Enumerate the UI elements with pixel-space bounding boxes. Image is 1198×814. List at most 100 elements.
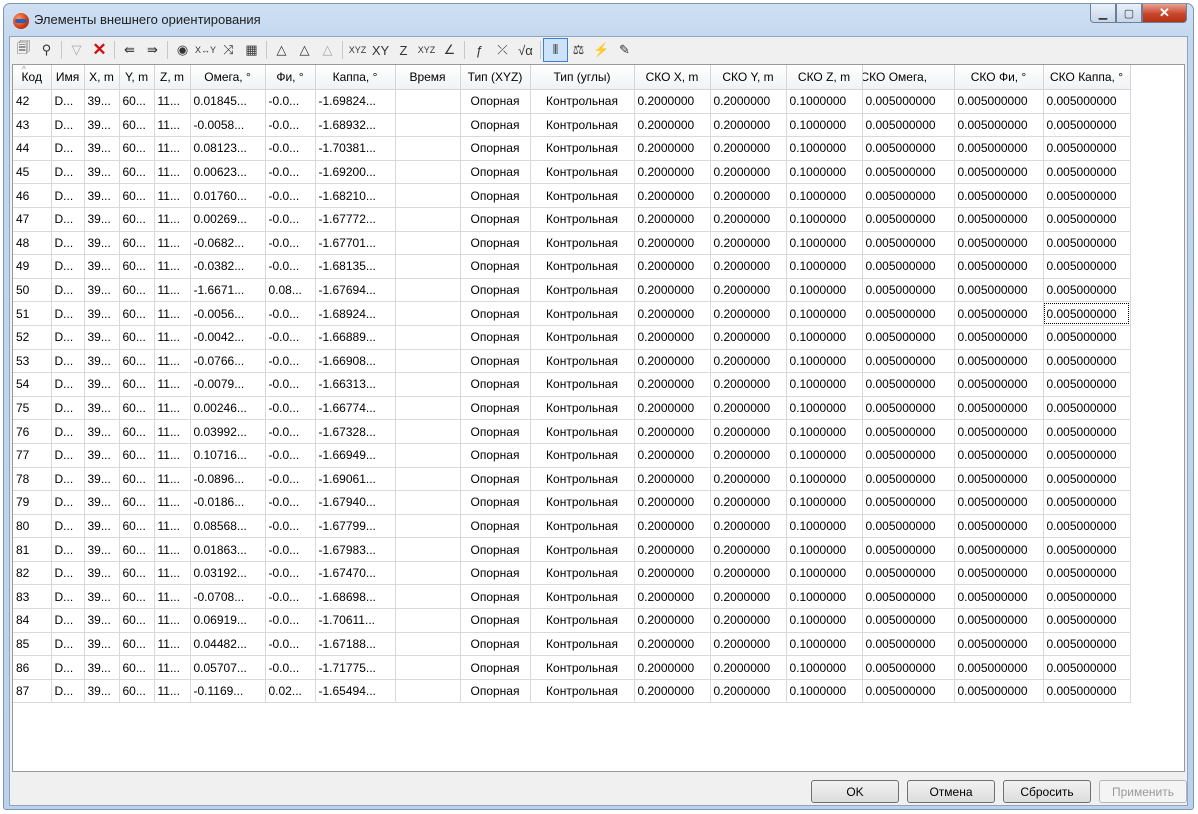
table-cell[interactable]: -0.0... — [265, 537, 316, 562]
table-cell[interactable]: 0.005000000 — [862, 372, 955, 397]
table-cell[interactable]: 0.005000000 — [862, 632, 955, 657]
table-cell[interactable]: 0.1000000 — [786, 396, 863, 421]
table-cell[interactable]: -0.0056... — [190, 301, 266, 326]
table-cell[interactable]: 0.2000000 — [710, 89, 787, 114]
table-cell[interactable]: 0.2000000 — [634, 183, 711, 208]
table-cell[interactable] — [395, 561, 461, 586]
table-cell[interactable]: 60... — [119, 113, 155, 138]
table-cell[interactable]: -0.0... — [265, 231, 316, 256]
table-cell[interactable]: Опорная — [460, 231, 531, 256]
table-cell[interactable]: -1.69824... — [315, 89, 396, 114]
table-cell[interactable]: -1.69200... — [315, 160, 396, 185]
table-cell[interactable]: 11... — [154, 278, 191, 303]
table-row[interactable]: 77 D... 39... 60... 11... 0.10716... -0.0... -1… — [13, 443, 1131, 468]
table-cell[interactable]: 0.005000000 — [1043, 113, 1131, 138]
table-cell[interactable]: 45 — [13, 160, 52, 185]
table-cell[interactable]: -1.66774... — [315, 396, 396, 421]
table-cell[interactable]: -0.0... — [265, 372, 316, 397]
table-cell[interactable]: 0.005000000 — [1043, 89, 1131, 114]
table-cell[interactable]: 0.005000000 — [1043, 136, 1131, 161]
table-cell[interactable]: 82 — [13, 561, 52, 586]
column-header[interactable]: Имя — [51, 65, 85, 90]
table-cell[interactable]: D... — [51, 467, 85, 492]
table-cell[interactable]: Опорная — [460, 584, 531, 610]
table-cell[interactable] — [395, 443, 461, 468]
table-row[interactable]: 42 D... 39... 60... 11... 0.01845... -0.0... -1… — [13, 89, 1131, 114]
column-header[interactable]: Фи, ° — [265, 65, 316, 90]
table-cell[interactable]: 11... — [154, 632, 191, 657]
table-cell[interactable]: Опорная — [460, 561, 531, 586]
table-row[interactable]: 52 D... 39... 60... 11... -0.0042... -0.0... -1… — [13, 325, 1131, 350]
table-cell[interactable]: 0.005000000 — [1043, 608, 1131, 633]
table-row[interactable]: 86 D... 39... 60... 11... 0.05707... -0.0... -1… — [13, 655, 1131, 680]
table-cell[interactable]: 0.2000000 — [710, 372, 787, 397]
table-cell[interactable] — [395, 584, 461, 610]
table-cell[interactable]: 0.2000000 — [710, 679, 787, 704]
table-cell[interactable]: D... — [51, 584, 85, 610]
table-cell[interactable]: 0.2000000 — [634, 231, 711, 256]
table-cell[interactable]: 0.08123... — [190, 136, 266, 161]
table-cell[interactable]: Опорная — [460, 113, 531, 138]
table-cell[interactable]: 0.2000000 — [710, 514, 787, 539]
table-cell[interactable]: 39... — [84, 655, 120, 680]
table-row[interactable]: 83 D... 39... 60... 11... -0.0708... -0.0... -1… — [13, 584, 1131, 610]
table-cell[interactable]: 0.005000000 — [1043, 301, 1131, 326]
table-row[interactable]: 87 D... 39... 60... 11... -0.1169... 0.02... -1… — [13, 679, 1131, 704]
table-cell[interactable]: 0.005000000 — [1043, 372, 1131, 397]
table-cell[interactable]: Контрольная — [530, 655, 635, 680]
table-cell[interactable]: 76 — [13, 419, 52, 444]
table-cell[interactable]: 0.1000000 — [786, 113, 863, 138]
table-cell[interactable]: 0.2000000 — [634, 537, 711, 562]
table-row[interactable]: 49 D... 39... 60... 11... -0.0382... -0.0... -1… — [13, 254, 1131, 279]
table-cell[interactable] — [395, 325, 461, 350]
table-cell[interactable]: 39... — [84, 467, 120, 492]
table-cell[interactable]: 0.1000000 — [786, 490, 863, 515]
lightning-icon[interactable]: ⚡ — [590, 39, 613, 61]
column-header[interactable]: СКО Фи, ° — [954, 65, 1044, 90]
xyz-table-icon[interactable]: XYZ — [415, 39, 438, 61]
column-header[interactable]: Каппа, ° — [315, 65, 396, 90]
table-cell[interactable]: 0.2000000 — [710, 584, 787, 610]
table-cell[interactable] — [395, 679, 461, 704]
table-cell[interactable]: 39... — [84, 349, 120, 374]
table-cell[interactable]: D... — [51, 537, 85, 562]
table-cell[interactable]: 0.1000000 — [786, 679, 863, 704]
table-cell[interactable]: Контрольная — [530, 679, 635, 704]
table-cell[interactable]: 83 — [13, 584, 52, 610]
table-cell[interactable]: 0.1000000 — [786, 301, 863, 326]
table-cell[interactable]: D... — [51, 655, 85, 680]
table-cell[interactable]: 60... — [119, 584, 155, 610]
table-cell[interactable]: Опорная — [460, 396, 531, 421]
table-cell[interactable]: 0.005000000 — [954, 160, 1044, 185]
table-cell[interactable]: -0.0... — [265, 160, 316, 185]
table-cell[interactable]: D... — [51, 113, 85, 138]
table-cell[interactable]: D... — [51, 349, 85, 374]
table-row[interactable]: 81 D... 39... 60... 11... 0.01863... -0.0... -1… — [13, 537, 1131, 562]
table-cell[interactable]: 0.005000000 — [954, 136, 1044, 161]
table-cell[interactable]: -1.66889... — [315, 325, 396, 350]
table-cell[interactable]: 11... — [154, 537, 191, 562]
table-cell[interactable]: D... — [51, 207, 85, 232]
transform-icon[interactable]: ⤨ — [217, 39, 240, 61]
table-cell[interactable]: 0.00246... — [190, 396, 266, 421]
table-cell[interactable]: 0.1000000 — [786, 278, 863, 303]
table-cell[interactable]: 60... — [119, 160, 155, 185]
table-row[interactable]: 76 D... 39... 60... 11... 0.03992... -0.0... -1… — [13, 419, 1131, 444]
table-cell[interactable]: Контрольная — [530, 608, 635, 633]
table-row[interactable]: 80 D... 39... 60... 11... 0.08568... -0.0... -1… — [13, 514, 1131, 539]
table-cell[interactable]: 0.005000000 — [862, 136, 955, 161]
table-cell[interactable]: 0.005000000 — [954, 113, 1044, 138]
table-cell[interactable]: 0.005000000 — [1043, 325, 1131, 350]
table-cell[interactable]: 0.005000000 — [862, 537, 955, 562]
table-cell[interactable]: 0.005000000 — [862, 561, 955, 586]
table-cell[interactable]: -0.0... — [265, 136, 316, 161]
table-cell[interactable]: 60... — [119, 490, 155, 515]
table-cell[interactable]: 0.2000000 — [710, 113, 787, 138]
table-cell[interactable]: Контрольная — [530, 537, 635, 562]
table-cell[interactable]: -1.67799... — [315, 514, 396, 539]
table-cell[interactable]: 60... — [119, 655, 155, 680]
table-cell[interactable]: -0.0... — [265, 490, 316, 515]
column-header[interactable]: Z, m — [154, 65, 191, 90]
table-cell[interactable] — [395, 207, 461, 232]
ok-button[interactable]: OK — [811, 780, 899, 803]
